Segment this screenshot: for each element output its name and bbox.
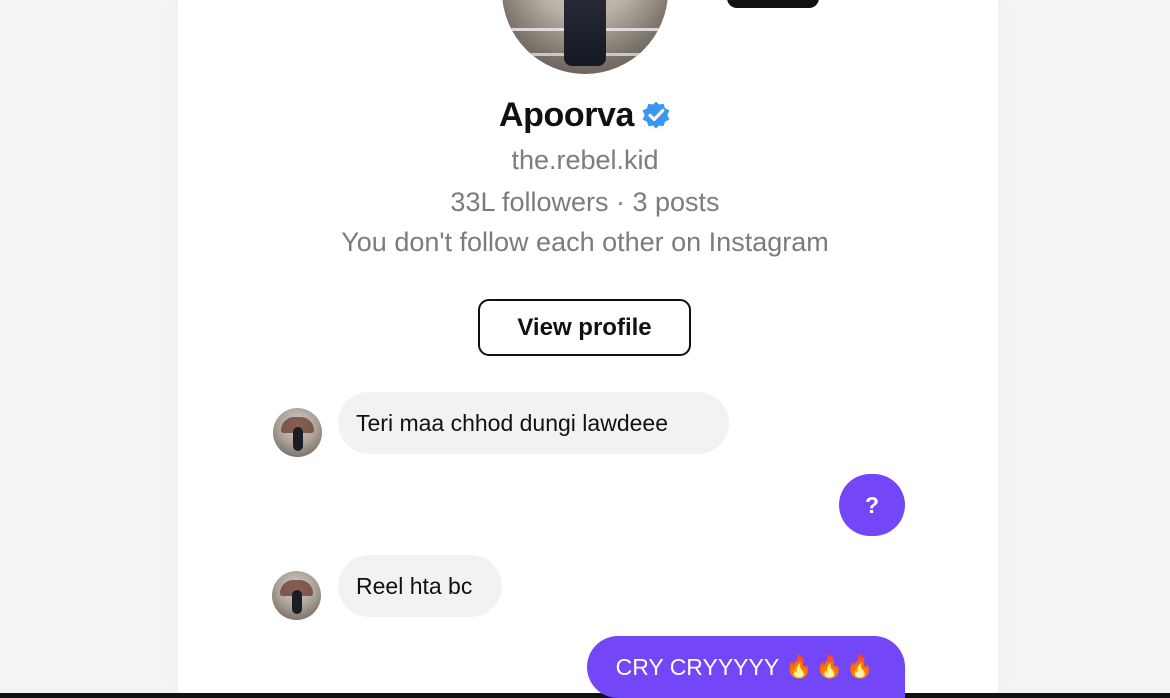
top-overlay-label <box>727 0 819 8</box>
message-text: ? <box>864 491 880 518</box>
instagram-dm-screen: Apoorva the.rebel.kid 33L followers · 3 … <box>0 0 1170 698</box>
incoming-message-bubble[interactable]: Teri maa chhod dungi lawdeee <box>338 392 729 454</box>
profile-name: Apoorva <box>498 95 635 134</box>
profile-stats: 33L followers · 3 posts <box>450 187 720 217</box>
avatar-person-detail <box>293 427 303 451</box>
message-text: Reel hta bc <box>356 572 473 599</box>
message-text: Teri maa chhod dungi lawdeee <box>356 409 668 436</box>
avatar-person-detail <box>292 590 302 614</box>
sender-avatar[interactable] <box>273 408 322 457</box>
outgoing-message-bubble[interactable]: CRY CRYYYYY 🔥🔥🔥 <box>587 636 905 698</box>
view-profile-button[interactable]: View profile <box>478 299 691 356</box>
incoming-message-bubble[interactable]: Reel hta bc <box>338 555 502 617</box>
follow-relationship-note: You don't follow each other on Instagram <box>341 227 829 257</box>
outgoing-message-bubble[interactable]: ? <box>839 474 905 536</box>
person-image-detail <box>564 0 606 66</box>
profile-username: the.rebel.kid <box>511 145 659 175</box>
bottom-edge-bar <box>0 693 1170 698</box>
verified-badge-icon <box>642 101 670 129</box>
message-text: CRY CRYYYYY <box>615 653 780 680</box>
profile-name-row: Apoorva <box>0 93 1170 137</box>
sender-avatar[interactable] <box>272 571 321 620</box>
fire-emoji-icons: 🔥🔥🔥 <box>785 654 877 679</box>
